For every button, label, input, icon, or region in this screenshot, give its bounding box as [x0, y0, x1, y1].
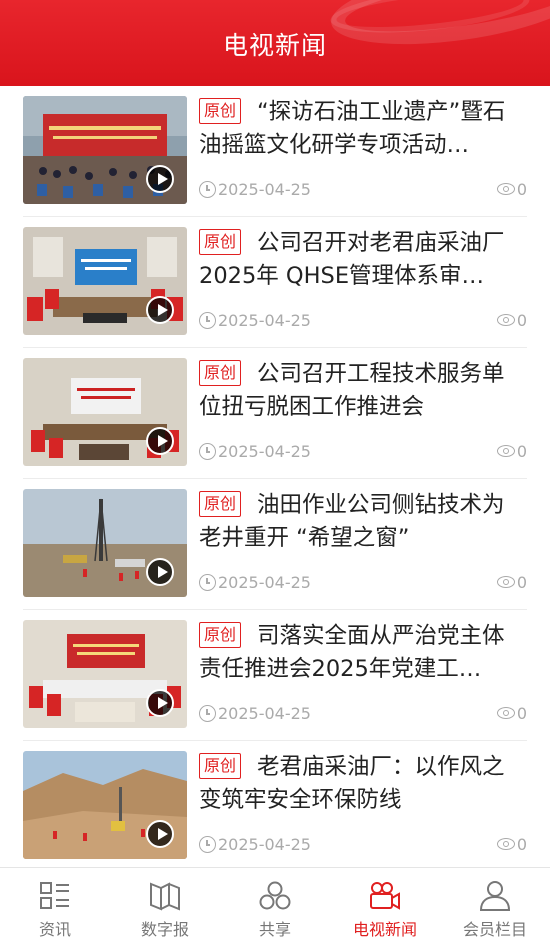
- view-count: 0: [496, 442, 527, 461]
- video-thumbnail[interactable]: [23, 358, 187, 466]
- clock-icon: [199, 574, 216, 591]
- view-count-text: 0: [516, 180, 527, 199]
- video-thumbnail[interactable]: [23, 489, 187, 597]
- tab-label: 电视新闻: [352, 920, 417, 939]
- news-item[interactable]: 原创 公司召开工程技术服务单位扭亏脱困工作推进会 2025-04-25 0: [23, 348, 527, 479]
- tab-label: 共享: [258, 920, 291, 939]
- news-title-text: 公司召开对老君庙采油厂2025年 QHSE管理体系审…: [199, 230, 505, 289]
- news-title[interactable]: 原创 老君庙采油厂：以作风之变筑牢安全环保防线: [199, 751, 527, 817]
- publish-date: 2025-04-25: [199, 704, 311, 723]
- play-icon[interactable]: [146, 558, 174, 586]
- tab-label: 会员栏目: [462, 920, 527, 939]
- view-count-text: 0: [516, 835, 527, 854]
- play-icon[interactable]: [146, 820, 174, 848]
- bottom-tab-bar: 资讯 数字报 共享 电视新闻 会员栏目: [0, 867, 550, 940]
- tab-tv-news[interactable]: 电视新闻: [330, 868, 440, 940]
- view-count-text: 0: [516, 442, 527, 461]
- video-thumbnail[interactable]: [23, 227, 187, 335]
- date-text: 2025-04-25: [218, 704, 311, 723]
- original-badge: 原创: [199, 98, 242, 124]
- video-thumbnail[interactable]: [23, 620, 187, 728]
- news-title[interactable]: 原创 司落实全面从严治党主体责任推进会2025年党建工…: [199, 620, 527, 686]
- news-item[interactable]: 原创 老君庙采油厂：以作风之变筑牢安全环保防线 2025-04-25 0: [23, 741, 527, 872]
- publish-date: 2025-04-25: [199, 180, 311, 199]
- eye-icon: [496, 707, 515, 719]
- clock-icon: [199, 312, 216, 329]
- video-thumbnail[interactable]: [23, 751, 187, 859]
- view-count-text: 0: [516, 573, 527, 592]
- publish-date: 2025-04-25: [199, 311, 311, 330]
- view-count-text: 0: [516, 311, 527, 330]
- view-count: 0: [496, 835, 527, 854]
- newspaper-icon: [150, 882, 180, 911]
- news-item[interactable]: 原创 油田作业公司侧钻技术为老井重开 “希望之窗” 2025-04-25 0: [23, 479, 527, 610]
- clock-icon: [199, 836, 216, 853]
- news-title-text: 老君庙采油厂：以作风之变筑牢安全环保防线: [199, 754, 505, 813]
- view-count: 0: [496, 573, 527, 592]
- tab-member[interactable]: 会员栏目: [440, 868, 550, 940]
- news-title-text: 公司召开工程技术服务单位扭亏脱困工作推进会: [199, 361, 505, 420]
- video-camera-icon: [370, 882, 400, 910]
- play-icon[interactable]: [146, 165, 174, 193]
- news-title[interactable]: 原创 公司召开对老君庙采油厂2025年 QHSE管理体系审…: [199, 227, 527, 293]
- tab-label: 数字报: [140, 920, 189, 939]
- news-title[interactable]: 原创 公司召开工程技术服务单位扭亏脱困工作推进会: [199, 358, 527, 424]
- date-text: 2025-04-25: [218, 180, 311, 199]
- user-icon: [479, 881, 511, 911]
- share-circles-icon: [259, 881, 291, 910]
- list-icon: [40, 882, 69, 909]
- eye-icon: [496, 183, 515, 195]
- eye-icon: [496, 314, 515, 326]
- publish-date: 2025-04-25: [199, 573, 311, 592]
- page-title: 电视新闻: [222, 31, 327, 60]
- news-item[interactable]: 原创 “探访石油工业遗产”暨石油摇篮文化研学专项活动… 2025-04-25 0: [23, 86, 527, 217]
- eye-icon: [496, 838, 515, 850]
- date-text: 2025-04-25: [218, 573, 311, 592]
- publish-date: 2025-04-25: [199, 442, 311, 461]
- news-title-text: “探访石油工业遗产”暨石油摇篮文化研学专项活动…: [199, 99, 506, 158]
- news-title-text: 油田作业公司侧钻技术为老井重开 “希望之窗”: [199, 492, 505, 551]
- original-badge: 原创: [199, 622, 242, 648]
- clock-icon: [199, 181, 216, 198]
- news-list: 原创“探访石油工业遗产”暨石油摇篮文化研学专项活动… 2025-04-25 0: [0, 86, 550, 872]
- news-item[interactable]: 原创 公司召开对老君庙采油厂2025年 QHSE管理体系审… 2025-04-25…: [23, 217, 527, 348]
- original-badge: 原创: [199, 360, 242, 386]
- original-badge: 原创: [199, 491, 242, 517]
- publish-date: 2025-04-25: [199, 835, 311, 854]
- news-title[interactable]: 原创 “探访石油工业遗产”暨石油摇篮文化研学专项活动…: [199, 96, 527, 162]
- view-count: 0: [496, 311, 527, 330]
- clock-icon: [199, 443, 216, 460]
- view-count-text: 0: [516, 704, 527, 723]
- tab-digital-paper[interactable]: 数字报: [110, 868, 220, 940]
- news-title-text: 司落实全面从严治党主体责任推进会2025年党建工…: [199, 623, 505, 682]
- clock-icon: [199, 705, 216, 722]
- eye-icon: [496, 445, 515, 457]
- original-badge: 原创: [199, 229, 242, 255]
- view-count: 0: [496, 704, 527, 723]
- date-text: 2025-04-25: [218, 835, 311, 854]
- eye-icon: [496, 576, 515, 588]
- tab-news[interactable]: 资讯: [0, 868, 110, 940]
- play-icon[interactable]: [146, 296, 174, 324]
- news-title[interactable]: 原创 油田作业公司侧钻技术为老井重开 “希望之窗”: [199, 489, 527, 555]
- app-header: 电视新闻: [0, 0, 550, 86]
- news-item[interactable]: 原创 司落实全面从严治党主体责任推进会2025年党建工… 2025-04-25 0: [23, 610, 527, 741]
- view-count: 0: [496, 180, 527, 199]
- date-text: 2025-04-25: [218, 442, 311, 461]
- play-icon[interactable]: [146, 689, 174, 717]
- tab-share[interactable]: 共享: [220, 868, 330, 940]
- date-text: 2025-04-25: [218, 311, 311, 330]
- play-icon[interactable]: [146, 427, 174, 455]
- tab-label: 资讯: [38, 920, 71, 939]
- video-thumbnail[interactable]: [23, 96, 187, 204]
- original-badge: 原创: [199, 753, 242, 779]
